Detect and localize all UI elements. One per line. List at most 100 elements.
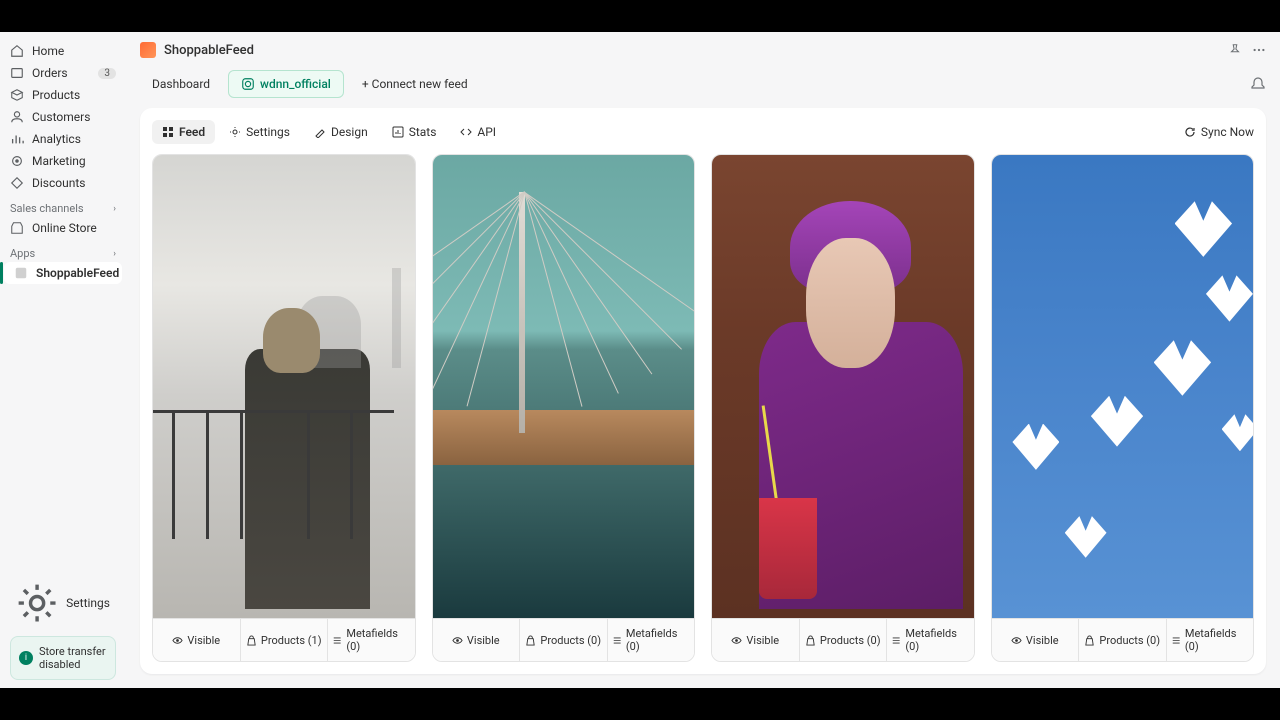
nav-online-store[interactable]: Online Store [0,217,126,239]
stats-icon [392,126,404,138]
nav-analytics[interactable]: Analytics [0,128,126,150]
more-icon[interactable] [1252,43,1266,57]
nav-label: Marketing [32,154,86,168]
page-title: ShoppableFeed [164,43,254,58]
apps-header[interactable]: Apps › [0,239,126,262]
gear-icon [16,582,58,624]
post-image [712,155,974,618]
metafields-button[interactable]: Metafields (0) [1166,619,1254,661]
orders-badge: 3 [98,68,116,79]
nav-label: Home [32,44,64,58]
nav-customers[interactable]: Customers [0,106,126,128]
bag-icon [525,635,536,646]
nav-label: Analytics [32,132,81,146]
ctab-api[interactable]: API [450,120,506,144]
tab-connect-feed[interactable]: + Connect new feed [350,71,480,97]
instagram-icon [241,77,255,91]
post-image [153,155,415,618]
nav-label: Discounts [32,176,85,190]
nav-app-shoppablefeed[interactable]: ShoppableFeed [4,262,122,284]
card-footer: Visible Products (0) Metafields (0) [433,618,695,661]
marketing-icon [10,154,24,168]
visible-toggle[interactable]: Visible [992,619,1079,661]
content-tabs: Feed Settings Design Stats API [152,120,1254,144]
eye-icon [452,635,463,646]
grid-icon [162,126,174,138]
list-icon [891,635,901,646]
bag-icon [246,635,257,646]
sales-channels-header[interactable]: Sales channels › [0,194,126,217]
post-image [992,155,1254,618]
visible-toggle[interactable]: Visible [153,619,240,661]
app-icon [14,266,28,280]
refresh-icon [1184,126,1196,138]
feed-card[interactable]: Visible Products (0) Metafields (0) [991,154,1255,662]
ctab-design[interactable]: Design [304,120,378,144]
eye-icon [1011,635,1022,646]
products-button[interactable]: Products (0) [1078,619,1166,661]
feed-card[interactable]: Visible Products (1) Metafields (0) [152,154,416,662]
nav-label: Customers [32,110,90,124]
chevron-right-icon: › [113,249,116,259]
card-footer: Visible Products (1) Metafields (0) [153,618,415,661]
metafields-button[interactable]: Metafields (0) [886,619,974,661]
ctab-stats[interactable]: Stats [382,120,447,144]
products-button[interactable]: Products (0) [519,619,607,661]
card-footer: Visible Products (0) Metafields (0) [992,618,1254,661]
card-footer: Visible Products (0) Metafields (0) [712,618,974,661]
nav-products[interactable]: Products [0,84,126,106]
list-icon [1171,635,1181,646]
tab-feed-chip[interactable]: wdnn_official [228,70,344,98]
app-logo-icon [140,42,156,58]
eye-icon [172,635,183,646]
eye-icon [731,635,742,646]
sync-now-button[interactable]: Sync Now [1184,125,1254,139]
nav-label: Products [32,88,80,102]
nav-settings[interactable]: Settings [6,576,120,630]
list-icon [612,635,622,646]
content-panel: Feed Settings Design Stats API [140,108,1266,674]
breadcrumb-bar: ShoppableFeed [126,32,1280,68]
visible-toggle[interactable]: Visible [712,619,799,661]
info-icon: i [19,651,33,665]
nav-marketing[interactable]: Marketing [0,150,126,172]
pin-icon[interactable] [1228,43,1242,57]
products-button[interactable]: Products (1) [240,619,328,661]
nav-discounts[interactable]: Discounts [0,172,126,194]
tabs-bar: Dashboard wdnn_official + Connect new fe… [126,68,1280,108]
orders-icon [10,66,24,80]
feed-card[interactable]: Visible Products (0) Metafields (0) [432,154,696,662]
home-icon [10,44,24,58]
feed-grid: Visible Products (1) Metafields (0) [152,154,1254,662]
nav-home[interactable]: Home [0,40,126,62]
tab-dashboard[interactable]: Dashboard [140,71,222,97]
settings-label: Settings [66,596,110,610]
discounts-icon [10,176,24,190]
ctab-feed[interactable]: Feed [152,120,215,144]
bell-icon[interactable] [1250,76,1266,92]
metafields-button[interactable]: Metafields (0) [327,619,415,661]
bag-icon [805,635,816,646]
feed-card[interactable]: Visible Products (0) Metafields (0) [711,154,975,662]
list-icon [332,635,342,646]
products-icon [10,88,24,102]
post-image [433,155,695,618]
nav-label: ShoppableFeed [36,266,119,280]
bag-icon [1084,635,1095,646]
customers-icon [10,110,24,124]
chevron-right-icon: › [113,204,116,214]
nav-orders[interactable]: Orders 3 [0,62,126,84]
gear-icon [229,126,241,138]
code-icon [460,126,472,138]
visible-toggle[interactable]: Visible [433,619,520,661]
sidebar: Home Orders 3 Products Customers Analyti… [0,32,126,688]
ctab-settings[interactable]: Settings [219,120,300,144]
store-icon [10,221,24,235]
brush-icon [314,126,326,138]
nav-label: Orders [32,66,68,80]
analytics-icon [10,132,24,146]
store-transfer-alert: i Store transfer disabled [10,636,116,680]
nav-label: Online Store [32,221,97,235]
products-button[interactable]: Products (0) [799,619,887,661]
metafields-button[interactable]: Metafields (0) [607,619,695,661]
